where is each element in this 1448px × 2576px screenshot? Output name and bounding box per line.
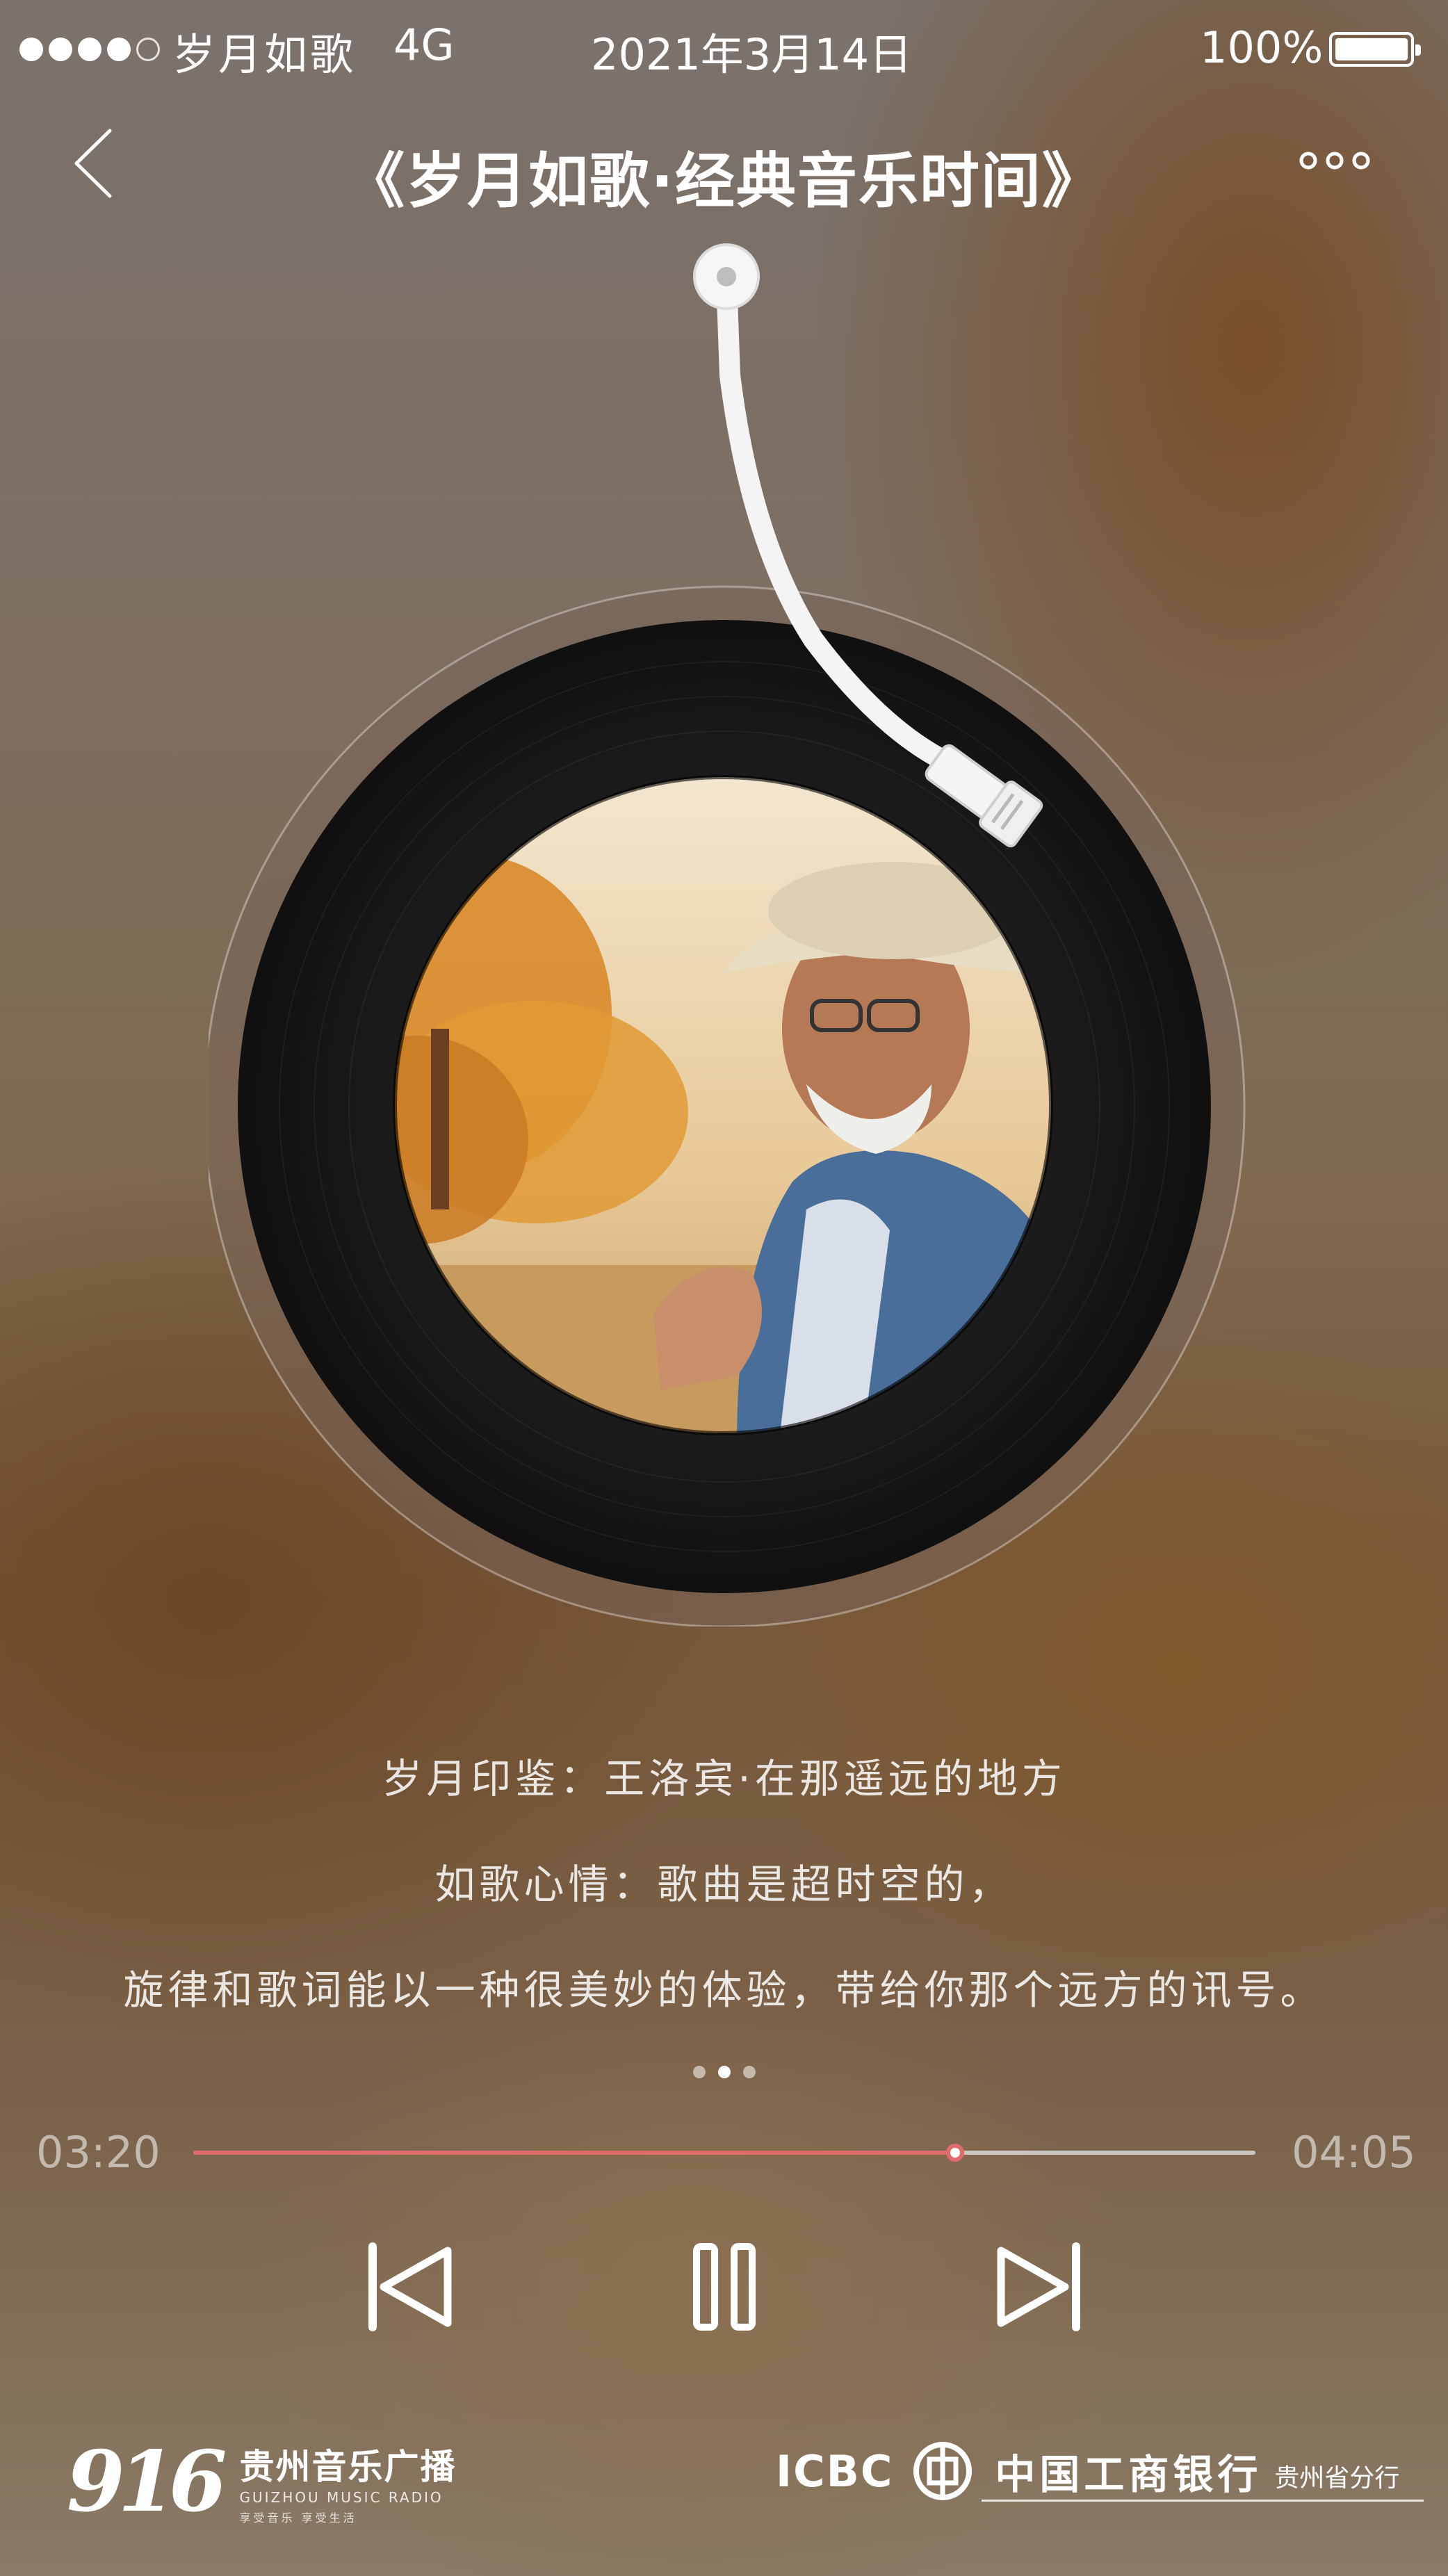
pause-button[interactable] — [662, 2224, 787, 2349]
skip-next-icon — [997, 2242, 1080, 2331]
sponsor-footer: 916 贵州音乐广播 GUIZHOU MUSIC RADIO 享受音乐 享受生活… — [0, 2419, 1448, 2531]
page-dot[interactable] — [692, 2066, 706, 2078]
next-track-button[interactable] — [979, 2224, 1104, 2349]
music-player-screen: 岁月如歌 4G 2021年3月14日 100% 《岁月如歌·经典音乐时间》 岁月… — [0, 0, 1448, 2576]
carrier-name: 岁月如歌 — [172, 29, 357, 80]
bank-name: 中国工商银行 — [995, 2451, 1262, 2498]
page-dot[interactable] — [742, 2066, 756, 2078]
divider — [982, 2500, 1424, 2502]
vinyl-record[interactable] — [203, 584, 1251, 1628]
progress-handle[interactable] — [945, 2144, 964, 2162]
battery-icon — [1329, 32, 1421, 67]
skip-previous-icon — [368, 2242, 452, 2331]
radio-logo: 916 贵州音乐广播 GUIZHOU MUSIC RADIO 享受音乐 享受生活 — [67, 2433, 457, 2531]
progress-bar[interactable] — [193, 2144, 1255, 2162]
network-type: 4G — [393, 19, 455, 70]
previous-track-button[interactable] — [345, 2224, 470, 2349]
bank-branch: 贵州省分行 — [1274, 2464, 1400, 2493]
signal-strength-icon — [19, 38, 160, 61]
bank-logo: ICBC 中国工商银行 贵州省分行 — [776, 2440, 1399, 2502]
battery-percentage: 100% — [1200, 22, 1324, 73]
page-title: 《岁月如歌·经典音乐时间》 — [345, 147, 1103, 216]
status-date: 2021年3月14日 — [591, 29, 913, 80]
elapsed-time: 03:20 — [36, 2127, 161, 2178]
pause-icon — [693, 2243, 756, 2331]
more-dots-icon — [1299, 152, 1370, 170]
status-bar: 岁月如歌 4G 2021年3月14日 100% — [0, 19, 1448, 82]
more-options-button[interactable] — [1293, 136, 1376, 185]
total-duration: 04:05 — [1292, 2127, 1416, 2178]
progress-played — [193, 2151, 955, 2155]
lyric-line-1: 岁月印鉴：王洛宾·在那遥远的地方 — [382, 1755, 1066, 1802]
lyric-line-3: 旋律和歌词能以一种很美妙的体验，带给你那个远方的讯号。 — [123, 1966, 1325, 2014]
lyric-line-2: 如歌心情：歌曲是超时空的， — [434, 1861, 1014, 1908]
page-indicator[interactable] — [0, 2066, 1448, 2078]
radio-english-name: GUIZHOU MUSIC RADIO — [239, 2488, 444, 2506]
page-dot-active[interactable] — [717, 2066, 731, 2078]
icbc-emblem-icon — [913, 2442, 973, 2500]
bank-english-name: ICBC — [776, 2445, 894, 2497]
radio-name: 贵州音乐广播 — [239, 2446, 457, 2487]
radio-slogan: 享受音乐 享受生活 — [239, 2511, 357, 2525]
radio-number: 916 — [67, 2433, 227, 2531]
